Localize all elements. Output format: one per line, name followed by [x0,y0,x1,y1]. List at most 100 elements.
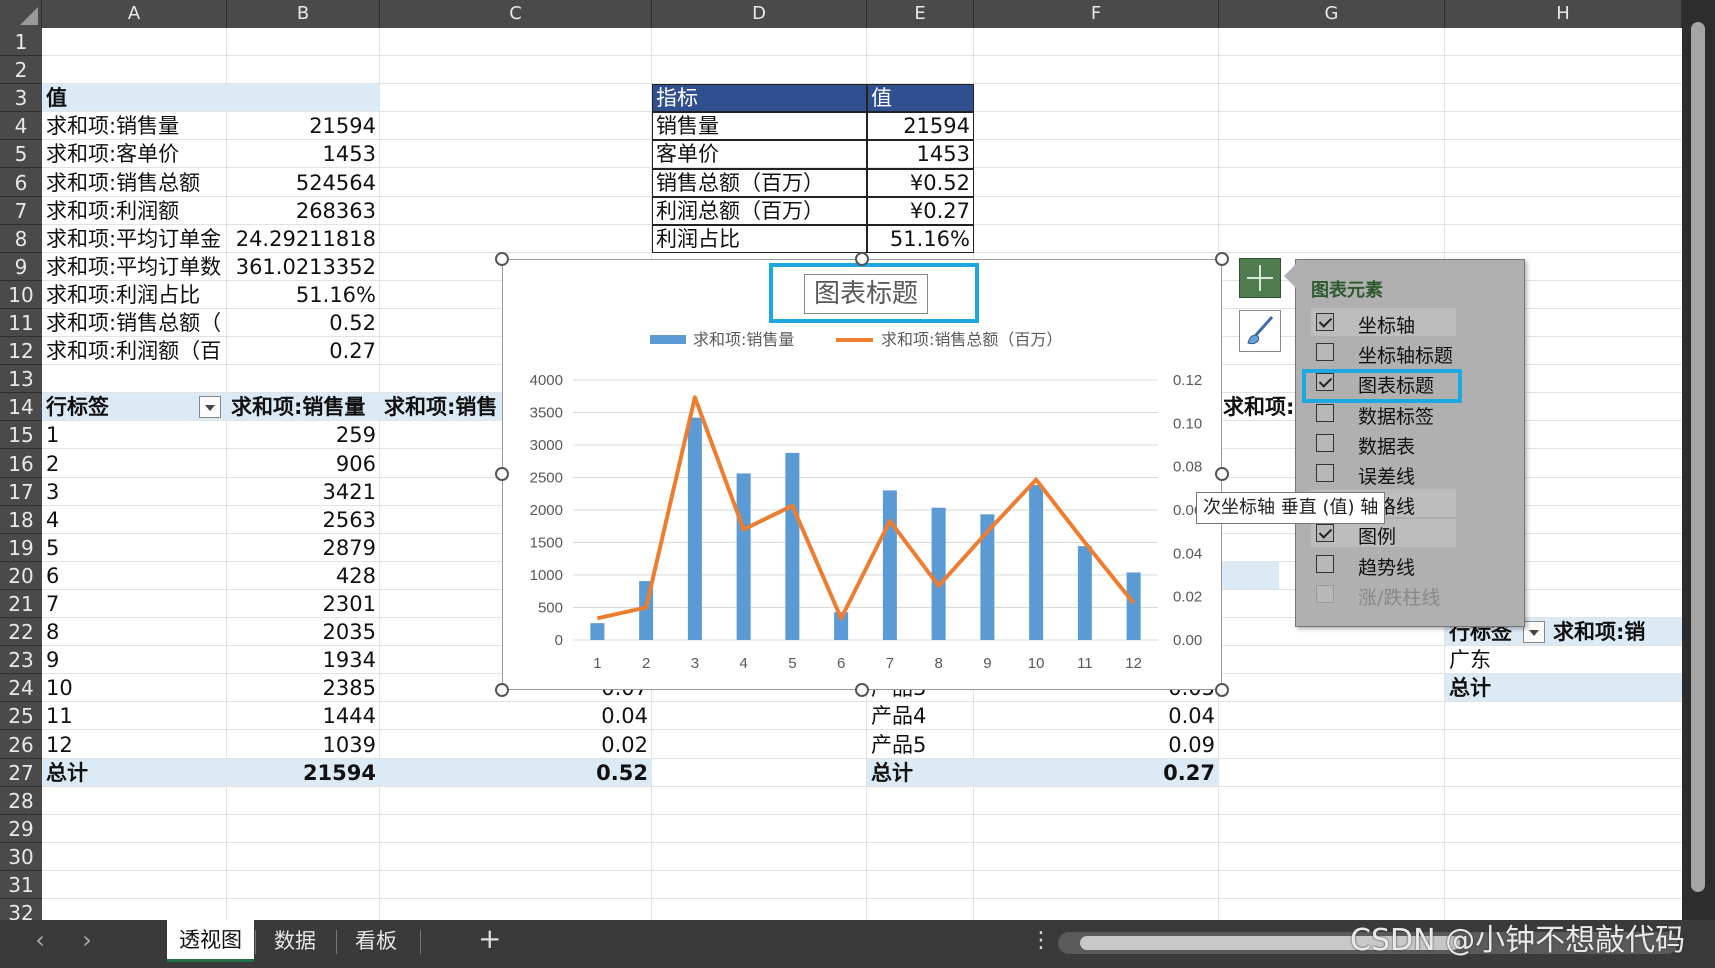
row-header-30[interactable]: 30 [0,843,42,871]
region-row-label[interactable]: 广东 [1445,646,1682,674]
summary-label[interactable]: 求和项:利润占比 [42,281,227,309]
pivot-row-label[interactable]: 11 [42,702,227,730]
product-total-value[interactable]: 0.27 [974,759,1219,787]
pivot-sales-value[interactable]: 259 [227,421,380,449]
checkbox-checked-icon[interactable] [1316,313,1334,331]
row-header-21[interactable]: 21 [0,590,42,618]
summary-label[interactable]: 求和项:平均订单数 [42,253,227,281]
chart-element-option[interactable]: 坐标轴 [1311,308,1456,337]
chart-element-option[interactable]: 坐标轴标题 [1311,338,1456,367]
row-header-1[interactable]: 1 [0,28,42,56]
pivot-row-label[interactable]: 3 [42,478,227,506]
row-header-14[interactable]: 14 [0,393,42,421]
row-header-15[interactable]: 15 [0,421,42,449]
summary-label[interactable]: 求和项:客单价 [42,140,227,168]
summary-label[interactable]: 求和项:销售总额（ [42,309,227,337]
column-header-d[interactable]: D [652,0,867,28]
summary-value[interactable]: 21594 [227,112,380,140]
pivot-amount-value[interactable]: 0.02 [380,731,652,759]
row-header-23[interactable]: 23 [0,646,42,674]
prev-sheet-icon[interactable]: ‹ [25,926,55,954]
product-label[interactable]: 产品5 [867,731,974,759]
sheet-tab[interactable]: 透视图 [167,920,254,962]
summary-label[interactable]: 求和项:销售总额 [42,169,227,197]
column-header-h[interactable]: H [1445,0,1682,28]
pivot-row-label[interactable]: 6 [42,562,227,590]
row-header-16[interactable]: 16 [0,450,42,478]
product-value[interactable]: 0.09 [974,731,1219,759]
pivot-total-sales[interactable]: 21594 [227,759,380,787]
chart-elements-button[interactable] [1239,258,1281,298]
row-header-6[interactable]: 6 [0,169,42,197]
region-total-label[interactable]: 总计 [1445,674,1682,702]
resize-handle-se[interactable] [1215,683,1229,697]
summary-label[interactable]: 求和项:利润额 [42,197,227,225]
summary-label[interactable]: 求和项:销售量 [42,112,227,140]
pivot-sales-header[interactable]: 求和项:销售量 [227,393,380,421]
checkbox-checked-icon[interactable] [1316,524,1334,543]
row-header-24[interactable]: 24 [0,674,42,702]
pivot-sales-value[interactable]: 906 [227,450,380,478]
column-header-g[interactable]: G [1219,0,1445,28]
resize-handle-w[interactable] [495,467,509,481]
chart-element-option[interactable]: 数据表 [1311,429,1456,458]
pivot-sales-value[interactable]: 3421 [227,478,380,506]
pivot-sales-value[interactable]: 428 [227,562,380,590]
checkbox-unchecked-icon[interactable] [1316,554,1334,573]
row-header-5[interactable]: 5 [0,140,42,168]
summary-value[interactable]: 524564 [227,169,380,197]
column-header-a[interactable]: A [42,0,227,28]
resize-handle-sw[interactable] [495,683,509,697]
add-sheet-button[interactable]: + [478,922,501,955]
summary-label[interactable]: 求和项:平均订单金 [42,225,227,253]
resize-handle-e[interactable] [1215,467,1229,481]
row-header-12[interactable]: 12 [0,337,42,365]
more-icon[interactable]: ⋮ [1030,928,1052,953]
column-header-e[interactable]: E [867,0,974,28]
checkbox-unchecked-icon[interactable] [1316,403,1334,422]
pivot-sales-value[interactable]: 2385 [227,674,380,702]
product-value[interactable]: 0.04 [974,702,1219,730]
pivot-total-label[interactable]: 总计 [42,759,227,787]
summary-value[interactable]: 0.27 [227,337,380,365]
product-total-label[interactable]: 总计 [867,759,974,787]
row-header-9[interactable]: 9 [0,253,42,281]
row-header-28[interactable]: 28 [0,787,42,815]
pivot-row-label[interactable]: 1 [42,421,227,449]
column-header-c[interactable]: C [380,0,652,28]
filter-active-icon[interactable] [1523,621,1545,643]
pivot-row-label[interactable]: 8 [42,618,227,646]
sheet-tab[interactable]: 看板 [343,920,409,962]
resize-handle-ne[interactable] [1215,252,1229,266]
next-sheet-icon[interactable]: › [72,926,102,954]
pivot-sales-value[interactable]: 2301 [227,590,380,618]
region-value-header[interactable]: 求和项:销 [1549,618,1682,646]
column-header-f[interactable]: F [974,0,1219,28]
row-header-13[interactable]: 13 [0,365,42,393]
row-header-7[interactable]: 7 [0,197,42,225]
chart-styles-button[interactable] [1239,310,1281,352]
row-header-2[interactable]: 2 [0,56,42,84]
pivot-total-amount[interactable]: 0.52 [380,759,652,787]
pivot-row-label[interactable]: 9 [42,646,227,674]
summary-value[interactable]: 24.29211818 [227,225,380,253]
resize-handle-s[interactable] [855,683,869,697]
pivot-sales-value[interactable]: 2563 [227,506,380,534]
summary-value[interactable]: 268363 [227,197,380,225]
chart-element-option[interactable]: 误差线 [1311,459,1456,488]
product-label[interactable]: 产品4 [867,702,974,730]
row-header-20[interactable]: 20 [0,562,42,590]
pivot-row-label[interactable]: 7 [42,590,227,618]
vertical-scrollbar-thumb[interactable] [1691,22,1705,892]
checkbox-unchecked-icon[interactable] [1316,464,1334,482]
resize-handle-nw[interactable] [495,252,509,266]
chart-title-selection[interactable]: 图表标题 [769,263,979,323]
combo-chart[interactable]: 0 500 1000 1500 2000 2500 3000 3500 4000 0.00 0.02… [502,259,1222,690]
pivot-row-label[interactable]: 5 [42,534,227,562]
checkbox-unchecked-icon[interactable] [1316,343,1334,362]
select-all-corner[interactable] [0,0,42,28]
row-header-22[interactable]: 22 [0,618,42,646]
vertical-scrollbar[interactable] [1682,0,1715,920]
row-header-29[interactable]: 29 [0,815,42,843]
pivot-row-label[interactable]: 10 [42,674,227,702]
